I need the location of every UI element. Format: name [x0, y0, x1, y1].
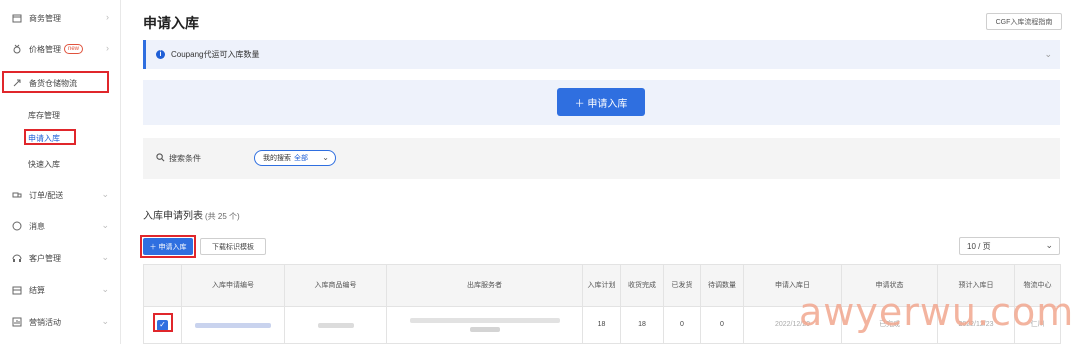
row-checkbox-cell[interactable]: ✓: [144, 307, 182, 343]
search-icon: [156, 153, 165, 164]
list-count: (共 25 个): [205, 212, 240, 221]
redacted-text: [409, 318, 560, 323]
chevron-down-icon: ⌄: [101, 252, 109, 262]
headset-icon: [11, 253, 22, 264]
redacted-text: [469, 327, 500, 332]
page-size-value: 10 / 页: [967, 241, 991, 251]
sidebar-item-price[interactable]: 价格管理 new ›: [0, 38, 121, 60]
cell-pending: 0: [701, 307, 744, 343]
sidebar: 商务管理 › 价格管理 new › 备货仓储物流 库存管理 申请入库 快速入库 …: [0, 0, 121, 344]
app-root: 商务管理 › 价格管理 new › 备货仓储物流 库存管理 申请入库 快速入库 …: [0, 0, 1080, 344]
watermark: awyerwu.com: [799, 290, 1075, 334]
sidebar-item-label: 价格管理: [29, 44, 61, 54]
col-header: 已发货: [664, 265, 701, 307]
truck-icon: [11, 190, 22, 201]
sidebar-item-business[interactable]: 商务管理 ›: [0, 7, 121, 29]
cell-shipped: 0: [664, 307, 701, 343]
medal-icon: [11, 44, 22, 55]
highlight-box: [153, 313, 173, 332]
highlight-box: [140, 235, 196, 258]
col-header: 入库计划: [583, 265, 621, 307]
sidebar-item-settlement[interactable]: 结算 ⌄: [0, 279, 121, 301]
sidebar-item-label: 商务管理: [29, 13, 61, 23]
sidebar-item-label: 营销活动: [29, 317, 61, 327]
chip-label: 我的搜索: [263, 155, 291, 162]
chevron-right-icon: ›: [106, 43, 109, 53]
redacted-text: [195, 322, 271, 328]
sidebar-item-marketing[interactable]: 营销活动 ⌄: [0, 311, 121, 333]
apply-panel: ＋ 申请入库: [143, 80, 1060, 125]
calendar-icon: [11, 13, 22, 24]
chat-icon: [11, 221, 22, 232]
cell-provider: [387, 307, 583, 343]
notice-text: Coupang代运可入库数量: [171, 50, 260, 59]
col-header: 入库申请编号: [182, 265, 285, 307]
cell-received: 18: [621, 307, 664, 343]
chart-icon: [11, 317, 22, 328]
col-header: 入库商品编号: [285, 265, 387, 307]
list-title: 入库申请列表 (共 25 个): [143, 207, 240, 222]
col-header: 收货完成: [621, 265, 664, 307]
guide-button[interactable]: CGF入库流程指南: [986, 13, 1062, 30]
notice-bar[interactable]: i Coupang代运可入库数量 ⌄: [143, 40, 1060, 69]
chevron-down-icon: ⌄: [101, 284, 109, 294]
sidebar-item-label: 客户管理: [29, 253, 61, 263]
chevron-down-icon: ⌄: [101, 189, 109, 199]
chevron-down-icon: ⌄: [101, 316, 109, 326]
cell-planned: 18: [583, 307, 621, 343]
chevron-down-icon: ⌄: [1045, 240, 1053, 250]
page-title: 申请入库: [143, 15, 199, 31]
chip-value: 全部: [294, 155, 308, 162]
sidebar-item-messages[interactable]: 消息 ⌄: [0, 215, 121, 237]
col-checkbox: [144, 265, 182, 307]
apply-inbound-button[interactable]: ＋ 申请入库: [557, 88, 645, 116]
chevron-down-icon[interactable]: ⌄: [1044, 49, 1052, 60]
info-icon: i: [156, 50, 165, 59]
filter-panel: 搜索条件 我的搜索 全部 ⌄: [143, 138, 1060, 179]
list-title-text: 入库申请列表: [143, 211, 203, 222]
col-header: 待调数量: [701, 265, 744, 307]
sub-item-quick-inbound[interactable]: 快速入库: [28, 159, 60, 170]
wallet-icon: [11, 285, 22, 296]
chevron-down-icon: ⌄: [322, 153, 329, 162]
sub-item-inventory[interactable]: 库存管理: [28, 110, 60, 121]
highlight-box: [24, 129, 76, 145]
highlight-box: [2, 71, 109, 93]
redacted-text: [317, 322, 354, 328]
sidebar-item-customers[interactable]: 客户管理 ⌄: [0, 247, 121, 269]
sidebar-item-label: 结算: [29, 285, 45, 295]
cell-product-id: [285, 307, 387, 343]
new-badge: new: [64, 44, 84, 54]
chevron-right-icon: ›: [106, 12, 109, 22]
cell-request-id[interactable]: [182, 307, 285, 343]
col-header: 出库服务者: [387, 265, 583, 307]
saved-search-dropdown[interactable]: 我的搜索 全部 ⌄: [254, 150, 336, 166]
sidebar-item-label: 订单/配送: [29, 190, 64, 200]
download-template-button[interactable]: 下载标识模板: [200, 238, 266, 255]
sidebar-item-label: 消息: [29, 221, 45, 231]
chevron-down-icon: ⌄: [101, 220, 109, 230]
filter-label-text: 搜索条件: [169, 154, 201, 163]
page-size-select[interactable]: 10 / 页 ⌄: [959, 237, 1060, 255]
sidebar-item-orders[interactable]: 订单/配送 ⌄: [0, 184, 121, 206]
filter-label: 搜索条件: [156, 153, 201, 164]
